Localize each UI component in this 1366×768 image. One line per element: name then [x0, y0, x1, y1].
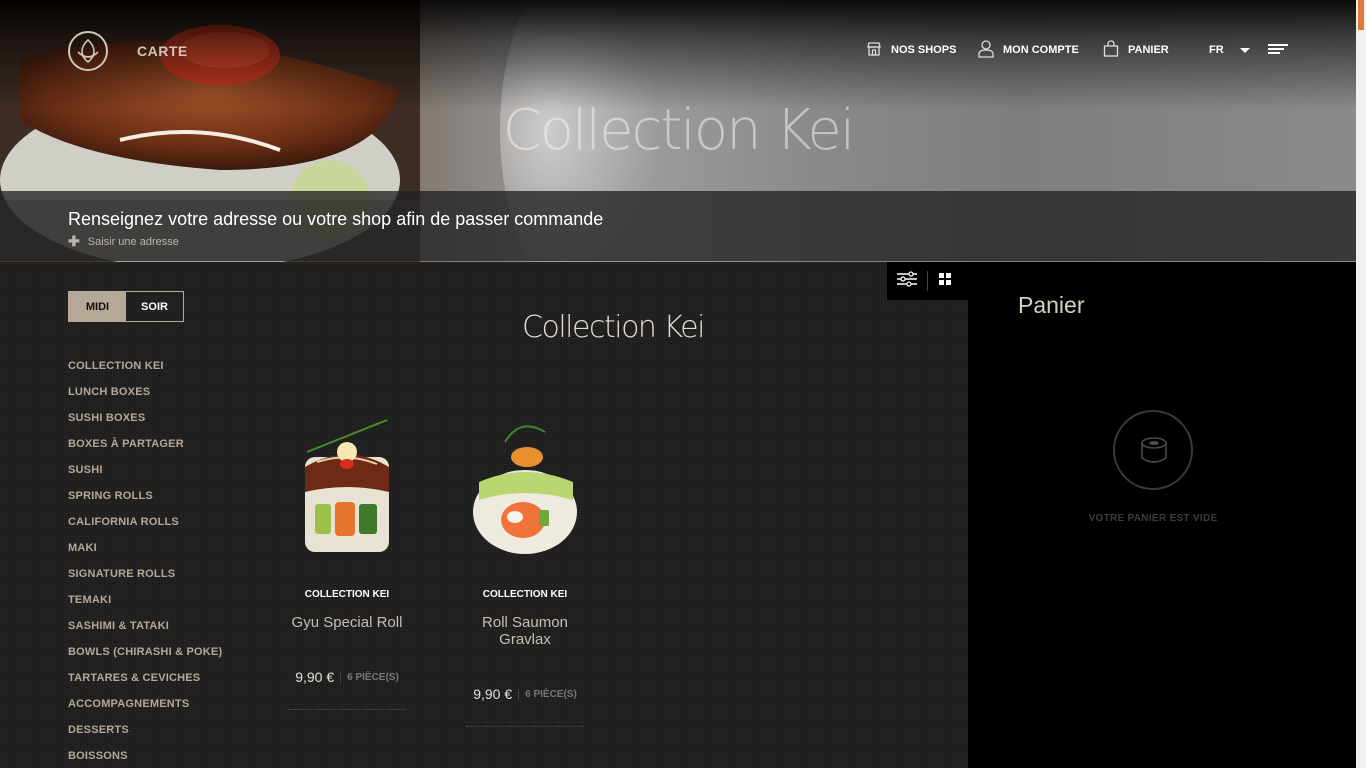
- nav-cart[interactable]: PANIER: [1103, 40, 1169, 60]
- tools-divider: [927, 271, 928, 291]
- toggle-midi[interactable]: MIDI: [69, 292, 126, 321]
- address-bar: Renseignez votre adresse ou votre shop a…: [0, 191, 1356, 261]
- product-category: COLLECTION KEI: [482, 589, 568, 600]
- address-prompt: Renseignez votre adresse ou votre shop a…: [68, 209, 604, 229]
- category-list: COLLECTION KEI LUNCH BOXES SUSHI BOXES B…: [68, 360, 222, 768]
- cart-title: Panier: [1018, 292, 1085, 318]
- bag-icon: [1103, 40, 1119, 60]
- category-item[interactable]: COLLECTION KEI: [68, 360, 222, 386]
- caret-down-icon: [1239, 47, 1250, 53]
- meal-time-toggle: MIDI SOIR: [68, 291, 184, 322]
- product-pieces: 6 PIÈCE(S): [340, 671, 399, 683]
- product-card[interactable]: COLLECTION KEI Roll Saumon Gravlax 9,90 …: [455, 412, 595, 727]
- sushi-empty-icon: [1113, 410, 1193, 490]
- category-item[interactable]: SASHIMI & TATAKI: [68, 620, 222, 646]
- menu-content: MIDI SOIR COLLECTION KEI LUNCH BOXES SUS…: [0, 262, 968, 768]
- product-price-row: 9,90 € 6 PIÈCE(S): [288, 669, 406, 710]
- store-icon: [866, 41, 882, 60]
- category-item[interactable]: TEMAKI: [68, 594, 222, 620]
- category-item[interactable]: CALIFORNIA ROLLS: [68, 516, 222, 542]
- cart-empty-text: VOTRE PANIER EST VIDE: [1088, 513, 1218, 524]
- nav-account[interactable]: MON COMPTE: [978, 39, 1079, 61]
- category-item[interactable]: TARTARES & CEVICHES: [68, 672, 222, 698]
- language-selector[interactable]: FR: [1209, 40, 1250, 60]
- page-scrollbar[interactable]: [1356, 0, 1366, 768]
- product-name[interactable]: Gyu Special Roll: [277, 614, 417, 631]
- hero-title: Collection Kei: [502, 98, 856, 163]
- product-name[interactable]: Roll Saumon Gravlax: [455, 614, 595, 648]
- address-link[interactable]: ✚ Saisir une adresse: [68, 233, 179, 250]
- category-item[interactable]: SPRING ROLLS: [68, 490, 222, 516]
- product-image: [473, 425, 577, 554]
- product-card[interactable]: COLLECTION KEI Gyu Special Roll 9,90 € 6…: [277, 412, 417, 710]
- menu-icon[interactable]: [1268, 44, 1288, 56]
- product-image: [305, 419, 389, 552]
- language-label: FR: [1209, 44, 1224, 56]
- user-icon: [978, 39, 994, 61]
- category-item[interactable]: LUNCH BOXES: [68, 386, 222, 412]
- category-item[interactable]: BOISSONS: [68, 750, 222, 768]
- product-category: COLLECTION KEI: [304, 589, 390, 600]
- category-item[interactable]: SUSHI: [68, 464, 222, 490]
- category-item[interactable]: SIGNATURE ROLLS: [68, 568, 222, 594]
- scrollbar-thumb[interactable]: [1358, 0, 1364, 30]
- nav-cart-label: PANIER: [1128, 44, 1169, 56]
- category-item[interactable]: BOXES À PARTAGER: [68, 438, 222, 464]
- nav-shops[interactable]: NOS SHOPS: [866, 40, 956, 60]
- product-price: 9,90 €: [295, 669, 335, 685]
- section-label[interactable]: CARTE: [137, 43, 188, 59]
- nav-account-label: MON COMPTE: [1003, 44, 1079, 56]
- product-pieces: 6 PIÈCE(S): [518, 688, 577, 700]
- logo-icon[interactable]: [68, 31, 108, 71]
- category-item[interactable]: BOWLS (CHIRASHI & POKE): [68, 646, 222, 672]
- product-price: 9,90 €: [473, 686, 513, 702]
- section-title: Collection Kei: [522, 310, 705, 345]
- toggle-soir[interactable]: SOIR: [126, 292, 183, 321]
- address-link-label: Saisir une adresse: [87, 235, 179, 248]
- product-price-row: 9,90 € 6 PIÈCE(S): [466, 686, 584, 727]
- hero-banner: Collection Kei CARTE NOS SHOPS MON COMPT…: [0, 0, 1356, 262]
- category-item[interactable]: ACCOMPAGNEMENTS: [68, 698, 222, 724]
- grid-icon[interactable]: [938, 272, 952, 291]
- category-item[interactable]: DESSERTS: [68, 724, 222, 750]
- nav-shops-label: NOS SHOPS: [891, 44, 957, 56]
- cart-panel: Panier VOTRE PANIER EST VIDE: [968, 262, 1356, 768]
- category-item[interactable]: SUSHI BOXES: [68, 412, 222, 438]
- plus-icon: ✚: [68, 233, 80, 249]
- view-tools: [887, 262, 968, 300]
- filter-icon[interactable]: [897, 270, 917, 292]
- category-item[interactable]: MAKI: [68, 542, 222, 568]
